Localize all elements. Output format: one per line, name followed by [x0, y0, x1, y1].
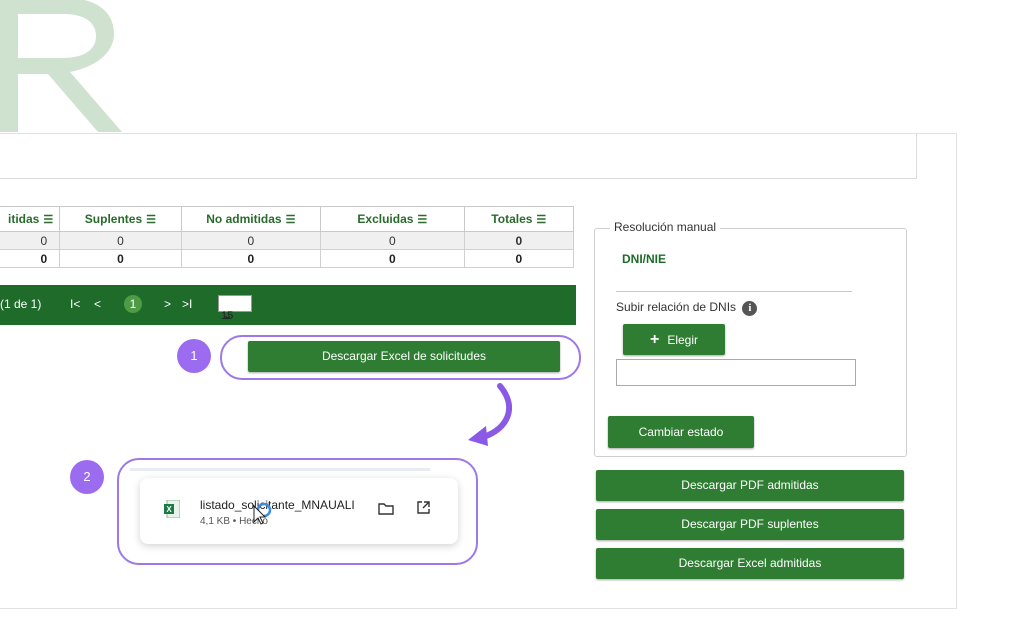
table-cell: 0	[320, 249, 465, 268]
table-cell: 0	[0, 231, 61, 250]
upload-label-text: Subir relación de DNIs	[616, 300, 737, 314]
table-row: 0 0 0 0 0	[0, 249, 575, 268]
table-cell: 0	[180, 231, 322, 250]
cursor-icon	[253, 502, 272, 525]
prev-page-button[interactable]: <	[94, 297, 101, 311]
sort-icon: ☰	[536, 214, 547, 226]
page-size-select[interactable]: 15 ⌄	[218, 295, 252, 322]
table-cell: 0	[59, 249, 182, 268]
download-excel-requests-button[interactable]: Descargar Excel de solicitudes	[248, 341, 560, 372]
info-icon[interactable]: i	[742, 301, 758, 316]
folder-icon[interactable]	[378, 501, 394, 515]
dni-label: DNI/NIE	[622, 252, 667, 266]
page-info: (1 de 1)	[0, 297, 42, 311]
download-pdf-substitutes-button[interactable]: Descargar PDF suplentes	[596, 509, 904, 540]
download-item[interactable]: X listado_solicitante_MNAUALI 4,1 KB • H…	[140, 478, 458, 544]
current-page-button[interactable]: 1	[124, 295, 142, 313]
excel-file-icon: X	[164, 500, 180, 518]
chevron-down-icon: ⌄	[223, 310, 233, 322]
column-header-admitidas[interactable]: itidas ☰	[0, 206, 61, 232]
curved-arrow-icon	[468, 383, 513, 446]
choose-file-button[interactable]: + Elegir	[623, 324, 725, 355]
summary-table: itidas ☰ Suplentes ☰ No admitidas ☰ Excluid…	[0, 206, 575, 268]
logo	[0, 0, 122, 132]
open-external-icon[interactable]	[416, 500, 431, 515]
plus-icon: +	[649, 331, 660, 348]
table-row: 0 0 0 0 0	[0, 231, 575, 250]
sort-icon: ☰	[43, 214, 54, 226]
download-excel-admitted-button[interactable]: Descargar Excel admitidas	[596, 548, 904, 579]
download-filename: listado_solicitante_MNAUALI	[200, 498, 355, 512]
paginator: (1 de 1) I< < 1 > >I 15 ⌄	[0, 285, 576, 325]
file-name-field[interactable]	[616, 359, 856, 386]
table-cell: 0	[463, 249, 575, 268]
table-cell: 0	[0, 249, 61, 268]
next-page-button[interactable]: >	[164, 297, 171, 311]
first-page-button[interactable]: I<	[70, 297, 80, 311]
table-cell: 0	[320, 231, 465, 250]
choose-file-label: Elegir	[667, 333, 699, 347]
browser-bar	[130, 468, 430, 471]
manual-resolution-legend: Resolución manual	[610, 220, 721, 234]
table-cell: 0	[463, 231, 575, 250]
table-cell: 0	[59, 231, 182, 250]
sort-icon: ☰	[285, 214, 296, 226]
last-page-button[interactable]: >I	[182, 297, 192, 311]
table-cell: 0	[180, 249, 322, 268]
step-badge-2: 2	[70, 460, 104, 494]
sort-icon: ☰	[417, 214, 428, 226]
download-pdf-admitted-button[interactable]: Descargar PDF admitidas	[596, 470, 904, 501]
column-header-excluidas[interactable]: Excluidas ☰	[320, 206, 465, 232]
column-header-totales[interactable]: Totales ☰	[463, 206, 575, 232]
change-state-button[interactable]: Cambiar estado	[608, 416, 754, 448]
column-header-suplentes[interactable]: Suplentes ☰	[59, 206, 182, 232]
step-badge-1: 1	[177, 339, 211, 373]
upload-label: Subir relación de DNIs i	[616, 300, 758, 316]
column-header-no-admitidas[interactable]: No admitidas ☰	[180, 206, 322, 232]
sort-icon: ☰	[146, 214, 157, 226]
svg-text:X: X	[166, 505, 172, 514]
top-box	[0, 133, 917, 179]
divider	[616, 291, 852, 292]
